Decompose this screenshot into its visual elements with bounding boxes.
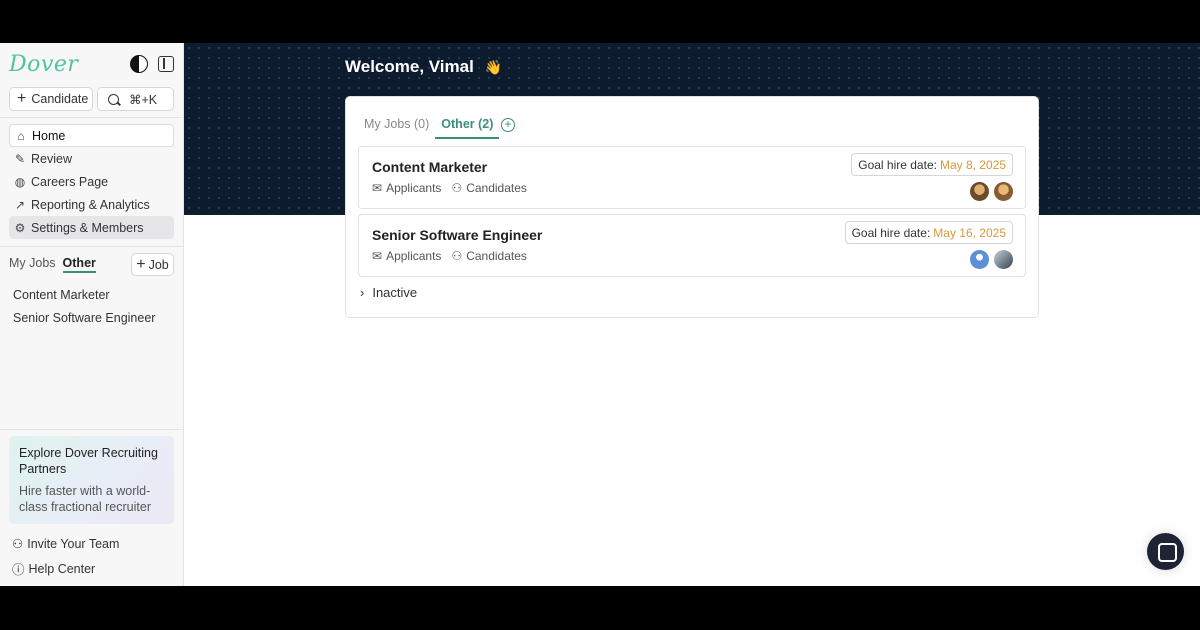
job-title[interactable]: Senior Software Engineer <box>372 227 542 243</box>
promo-subtitle: Hire faster with a world-class fractiona… <box>19 484 151 514</box>
tab-other[interactable]: Other <box>62 256 96 273</box>
goal-hire-date-badge[interactable]: Goal hire date: May 8, 2025 <box>851 153 1013 176</box>
nav-label: Home <box>32 128 66 143</box>
applicants-label: Applicants <box>386 181 442 195</box>
inbox-icon: ✉ <box>372 249 383 263</box>
candidates-link[interactable]: ⚇ Candidates <box>451 249 526 263</box>
add-candidate-button[interactable]: + Candidate <box>9 87 93 111</box>
trend-icon: ↗ <box>14 197 26 212</box>
avatar[interactable] <box>970 182 989 201</box>
nav-label: Reporting & Analytics <box>31 197 150 212</box>
collapse-sidebar-icon[interactable] <box>158 56 174 72</box>
gear-icon: ⚙ <box>14 220 26 235</box>
help-center-link[interactable]: ⓘ Help Center <box>12 559 95 578</box>
jobs-tabs: My Jobs Other <box>9 256 96 273</box>
search-button[interactable]: ⌘+K <box>97 87 174 111</box>
home-icon: ⌂ <box>17 128 25 143</box>
job-links: ✉ Applicants ⚇ Candidates <box>372 249 527 263</box>
nav-item-settings[interactable]: ⚙ Settings & Members <box>9 216 174 239</box>
dover-logo[interactable]: Dover <box>9 52 78 77</box>
avatar-group <box>970 182 1013 201</box>
job-card-senior-software-engineer[interactable]: Senior Software Engineer ✉ Applicants ⚇ Ca… <box>358 214 1026 277</box>
promo-title: Explore Dover Recruiting Partners <box>19 446 158 476</box>
plus-icon: + <box>17 90 27 107</box>
add-candidate-label: Candidate <box>31 92 89 106</box>
avatar-group <box>970 250 1013 269</box>
jobs-card: My Jobs (0) Other (2) + Content Marketer… <box>345 96 1039 318</box>
add-job-label: Job <box>148 257 169 272</box>
help-label: Help Center <box>28 561 96 576</box>
add-tab-icon[interactable]: + <box>501 118 515 132</box>
avatar[interactable] <box>970 250 989 269</box>
jobs-card-tabs: My Jobs (0) Other (2) <box>364 117 500 139</box>
goal-date: May 8, 2025 <box>939 157 1006 172</box>
applicants-link[interactable]: ✉ Applicants <box>372 181 441 195</box>
goal-date: May 16, 2025 <box>933 225 1006 240</box>
inbox-icon: ✉ <box>372 181 383 195</box>
nav-label: Careers Page <box>31 174 109 189</box>
sidebar: Dover + Candidate ⌘+K ⌂ Home ✎ Review ◍ … <box>0 43 184 586</box>
nav-label: Settings & Members <box>31 220 144 235</box>
globe-icon: ◍ <box>14 174 26 189</box>
avatar[interactable] <box>994 182 1013 201</box>
tab-my-jobs[interactable]: My Jobs <box>9 256 56 273</box>
job-card-content-marketer[interactable]: Content Marketer ✉ Applicants ⚇ Candidates… <box>358 146 1026 209</box>
goal-label: Goal hire date: <box>851 225 931 240</box>
tab-other[interactable]: Other (2) <box>435 117 500 139</box>
nav-label: Review <box>31 151 72 166</box>
nav-item-review[interactable]: ✎ Review <box>9 147 174 170</box>
divider <box>0 246 184 247</box>
avatar[interactable] <box>994 250 1013 269</box>
search-shortcut: ⌘+K <box>129 92 158 107</box>
users-icon: ⚇ <box>451 249 463 263</box>
sidebar-job-content-marketer[interactable]: Content Marketer <box>13 288 110 302</box>
chat-launcher-icon[interactable] <box>1147 533 1184 570</box>
divider <box>0 117 184 118</box>
candidates-label: Candidates <box>466 181 527 195</box>
page-title: Welcome, Vimal 👋 <box>345 57 502 77</box>
goal-label: Goal hire date: <box>858 157 937 172</box>
yin-yang-icon[interactable] <box>130 55 148 73</box>
invite-team-link[interactable]: ⚇ Invite Your Team <box>12 536 120 552</box>
users-icon: ⚇ <box>451 181 463 195</box>
divider <box>0 429 184 430</box>
nav-item-reporting[interactable]: ↗ Reporting & Analytics <box>9 193 174 216</box>
plus-icon: + <box>136 255 146 273</box>
job-links: ✉ Applicants ⚇ Candidates <box>372 181 527 195</box>
add-job-button[interactable]: + Job <box>131 253 174 276</box>
edit-icon: ✎ <box>14 151 26 166</box>
candidates-link[interactable]: ⚇ Candidates <box>451 181 526 195</box>
nav-item-careers-page[interactable]: ◍ Careers Page <box>9 170 174 193</box>
applicants-link[interactable]: ✉ Applicants <box>372 249 441 263</box>
search-icon <box>108 93 119 105</box>
wave-icon: 👋 <box>484 59 502 75</box>
welcome-text: Welcome, Vimal <box>345 57 474 76</box>
inactive-toggle[interactable]: › Inactive <box>360 285 417 300</box>
inactive-label: Inactive <box>372 285 418 300</box>
add-user-icon: ⚇ <box>12 537 24 551</box>
app-window: Dover + Candidate ⌘+K ⌂ Home ✎ Review ◍ … <box>0 43 1200 586</box>
recruiting-partners-promo[interactable]: Explore Dover Recruiting Partners Hire f… <box>9 436 174 524</box>
goal-hire-date-badge[interactable]: Goal hire date: May 16, 2025 <box>844 221 1013 244</box>
applicants-label: Applicants <box>386 249 442 263</box>
job-title[interactable]: Content Marketer <box>372 159 487 175</box>
sidebar-job-senior-software-engineer[interactable]: Senior Software Engineer <box>13 311 155 325</box>
invite-label: Invite Your Team <box>27 536 120 551</box>
nav-item-home[interactable]: ⌂ Home <box>9 124 174 147</box>
help-icon: ⓘ <box>12 563 25 577</box>
chevron-right-icon: › <box>360 285 365 300</box>
candidates-label: Candidates <box>466 249 527 263</box>
tab-my-jobs[interactable]: My Jobs (0) <box>364 117 429 139</box>
main-nav: ⌂ Home ✎ Review ◍ Careers Page ↗ Reporti… <box>9 124 174 239</box>
